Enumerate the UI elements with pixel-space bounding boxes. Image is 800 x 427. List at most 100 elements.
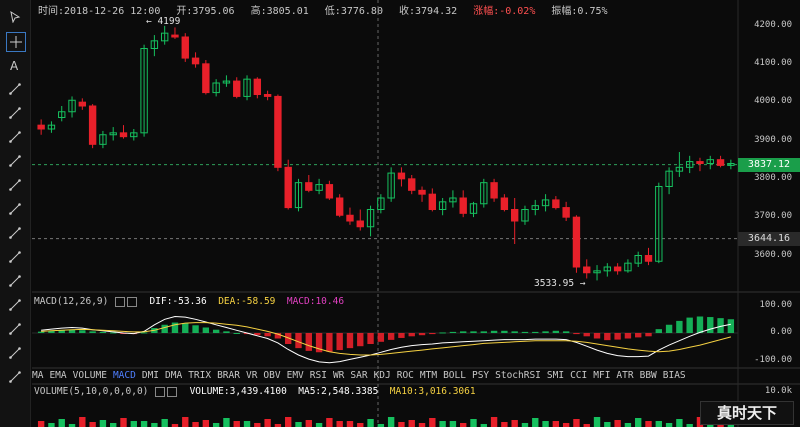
price-tick-label: 4100.00	[754, 57, 792, 68]
tab-trix[interactable]: TRIX	[188, 370, 211, 381]
tab-dma[interactable]: DMA	[165, 370, 182, 381]
volume-bar	[295, 422, 302, 427]
volume-bar	[192, 422, 199, 427]
tab-bbw[interactable]: BBW	[640, 370, 657, 381]
macd-tick-label: 0.00	[770, 327, 792, 337]
candle-body	[325, 184, 334, 199]
volume-bar	[408, 420, 415, 427]
tab-stochrsi[interactable]: StochRSI	[495, 370, 541, 381]
macd-histogram-bar	[233, 333, 240, 334]
tab-rsi[interactable]: RSI	[310, 370, 327, 381]
tab-wr[interactable]: WR	[333, 370, 344, 381]
tab-atr[interactable]: ATR	[616, 370, 633, 381]
settings-icon[interactable]	[155, 386, 166, 397]
candle-body	[397, 172, 406, 180]
macd-histogram-bar	[562, 331, 570, 333]
macd-dif: DIF:-53.36	[149, 296, 207, 307]
tab-emv[interactable]: EMV	[287, 370, 304, 381]
macd-histogram-bar	[377, 333, 385, 342]
volume-bar	[521, 423, 529, 427]
tab-ma[interactable]: MA	[32, 370, 43, 381]
volume-bar	[604, 422, 611, 427]
macd-panel-title: MACD(12,26,9) DIF:-53.36 DEA:-58.59 MACD…	[34, 296, 344, 307]
macd-histogram-bar	[326, 333, 333, 352]
tab-ema[interactable]: EMA	[49, 370, 66, 381]
candle-body	[613, 266, 622, 272]
volume-bar	[37, 421, 45, 427]
volume-bar	[614, 420, 621, 427]
indicator-tabs: MA EMA VOLUME MACD DMI DMA TRIX BRAR VR OBV EMV RSI…	[32, 370, 692, 384]
settings-icon[interactable]	[115, 296, 126, 307]
macd-histogram-bar	[202, 327, 210, 333]
volume-bar	[212, 423, 220, 427]
tab-kdj[interactable]: KDJ	[374, 370, 391, 381]
macd-value: MACD:10.46	[286, 296, 345, 307]
close-icon[interactable]	[127, 296, 138, 307]
macd-histogram-bar	[182, 323, 189, 333]
candle-body	[202, 63, 210, 94]
tab-volume[interactable]: VOLUME	[73, 370, 107, 381]
high-annotation: ← 4199	[146, 16, 181, 27]
macd-dea-line	[41, 322, 732, 356]
candle-body	[191, 57, 200, 65]
volume-top-tick: 10.0k	[764, 386, 792, 396]
macd-histogram-bar	[604, 333, 611, 341]
candle-body	[171, 34, 179, 38]
tab-macd[interactable]: MACD	[113, 370, 136, 381]
candle-body	[490, 182, 498, 199]
tab-dmi[interactable]: DMI	[142, 370, 159, 381]
tab-smi[interactable]: SMI	[547, 370, 564, 381]
tab-sar[interactable]: SAR	[350, 370, 367, 381]
volume-bar	[398, 422, 405, 427]
candle-body	[552, 199, 560, 209]
candle-body	[37, 124, 45, 130]
volume-bar	[439, 421, 446, 427]
tab-brar[interactable]: BRAR	[217, 370, 240, 381]
tab-boll[interactable]: BOLL	[443, 370, 466, 381]
volume-bar	[635, 418, 642, 427]
volume-bar	[254, 423, 261, 427]
macd-histogram-bar	[665, 324, 673, 333]
current-price-tag: 3837.12	[738, 157, 800, 172]
macd-histogram-bar	[264, 333, 271, 337]
macd-histogram-bar	[212, 329, 220, 333]
candle-body	[346, 214, 354, 222]
tab-vr[interactable]: VR	[246, 370, 257, 381]
price-chart[interactable]	[0, 0, 800, 427]
volume-bar	[593, 417, 601, 427]
macd-histogram-bar	[429, 333, 436, 335]
macd-tick-label: 100.00	[759, 299, 792, 310]
tab-psy[interactable]: PSY	[472, 370, 489, 381]
macd-histogram-bar	[614, 333, 621, 340]
tab-bias[interactable]: BIAS	[663, 370, 686, 381]
macd-title: MACD(12,26,9)	[34, 296, 109, 307]
macd-dea: DEA:-58.59	[218, 296, 276, 307]
candle-body	[500, 197, 509, 210]
volume-bar	[665, 423, 673, 427]
volume-bar	[202, 420, 210, 427]
close-icon[interactable]	[167, 386, 178, 397]
macd-histogram-bar	[573, 333, 580, 335]
tab-mtm[interactable]: MTM	[420, 370, 437, 381]
tab-mfi[interactable]: MFI	[593, 370, 610, 381]
candle-body	[233, 80, 241, 97]
volume-bar	[449, 421, 457, 427]
tab-cci[interactable]: CCI	[570, 370, 587, 381]
volume-bar	[501, 422, 508, 427]
macd-histogram-bar	[501, 330, 508, 333]
volume-bar	[490, 417, 498, 427]
macd-histogram-bar	[418, 333, 426, 336]
tab-obv[interactable]: OBV	[263, 370, 280, 381]
candle-body	[335, 197, 344, 216]
volume-bar	[336, 421, 343, 427]
candle-body	[418, 189, 426, 195]
volume-bar	[243, 421, 251, 427]
volume-bar	[58, 419, 65, 427]
candle-body	[284, 166, 292, 209]
volume-bar	[151, 423, 158, 427]
crosshair-price-tag: 3644.16	[738, 231, 800, 246]
volume-ma10: MA10:3,016.3061	[389, 386, 476, 397]
volume-bar	[110, 423, 117, 427]
tab-roc[interactable]: ROC	[397, 370, 414, 381]
macd-histogram-bar	[387, 333, 395, 340]
